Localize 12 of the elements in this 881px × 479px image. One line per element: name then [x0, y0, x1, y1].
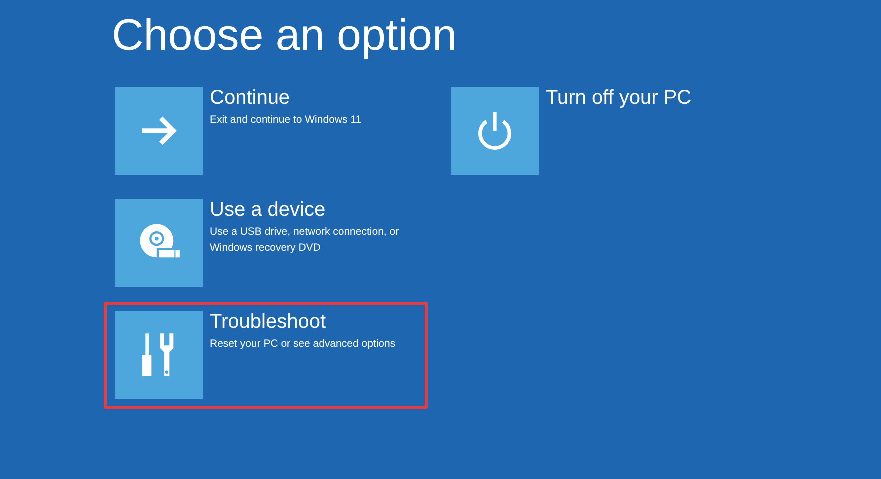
option-description: Reset your PC or see advanced options [210, 337, 397, 352]
option-button[interactable]: Continue Exit and continue to Windows 11 [104, 78, 428, 185]
option-description: Exit and continue to Windows 11 [210, 113, 363, 128]
option-description: Use a USB drive, network connection, or Windows recovery DVD [210, 225, 400, 256]
option-title: Continue [210, 87, 290, 109]
option-button[interactable]: Troubleshoot Reset your PC or see advanced options [104, 302, 428, 409]
option-title: Turn off your PC [546, 87, 692, 109]
option-button[interactable]: Use a device Use a USB drive, network connection, or Windows recovery DVD [104, 190, 428, 297]
page-title: Choose an option [111, 10, 457, 62]
option-button[interactable]: Turn off your PC [440, 78, 764, 185]
option-title: Use a device [210, 199, 326, 221]
option-title: Troubleshoot [210, 311, 326, 333]
